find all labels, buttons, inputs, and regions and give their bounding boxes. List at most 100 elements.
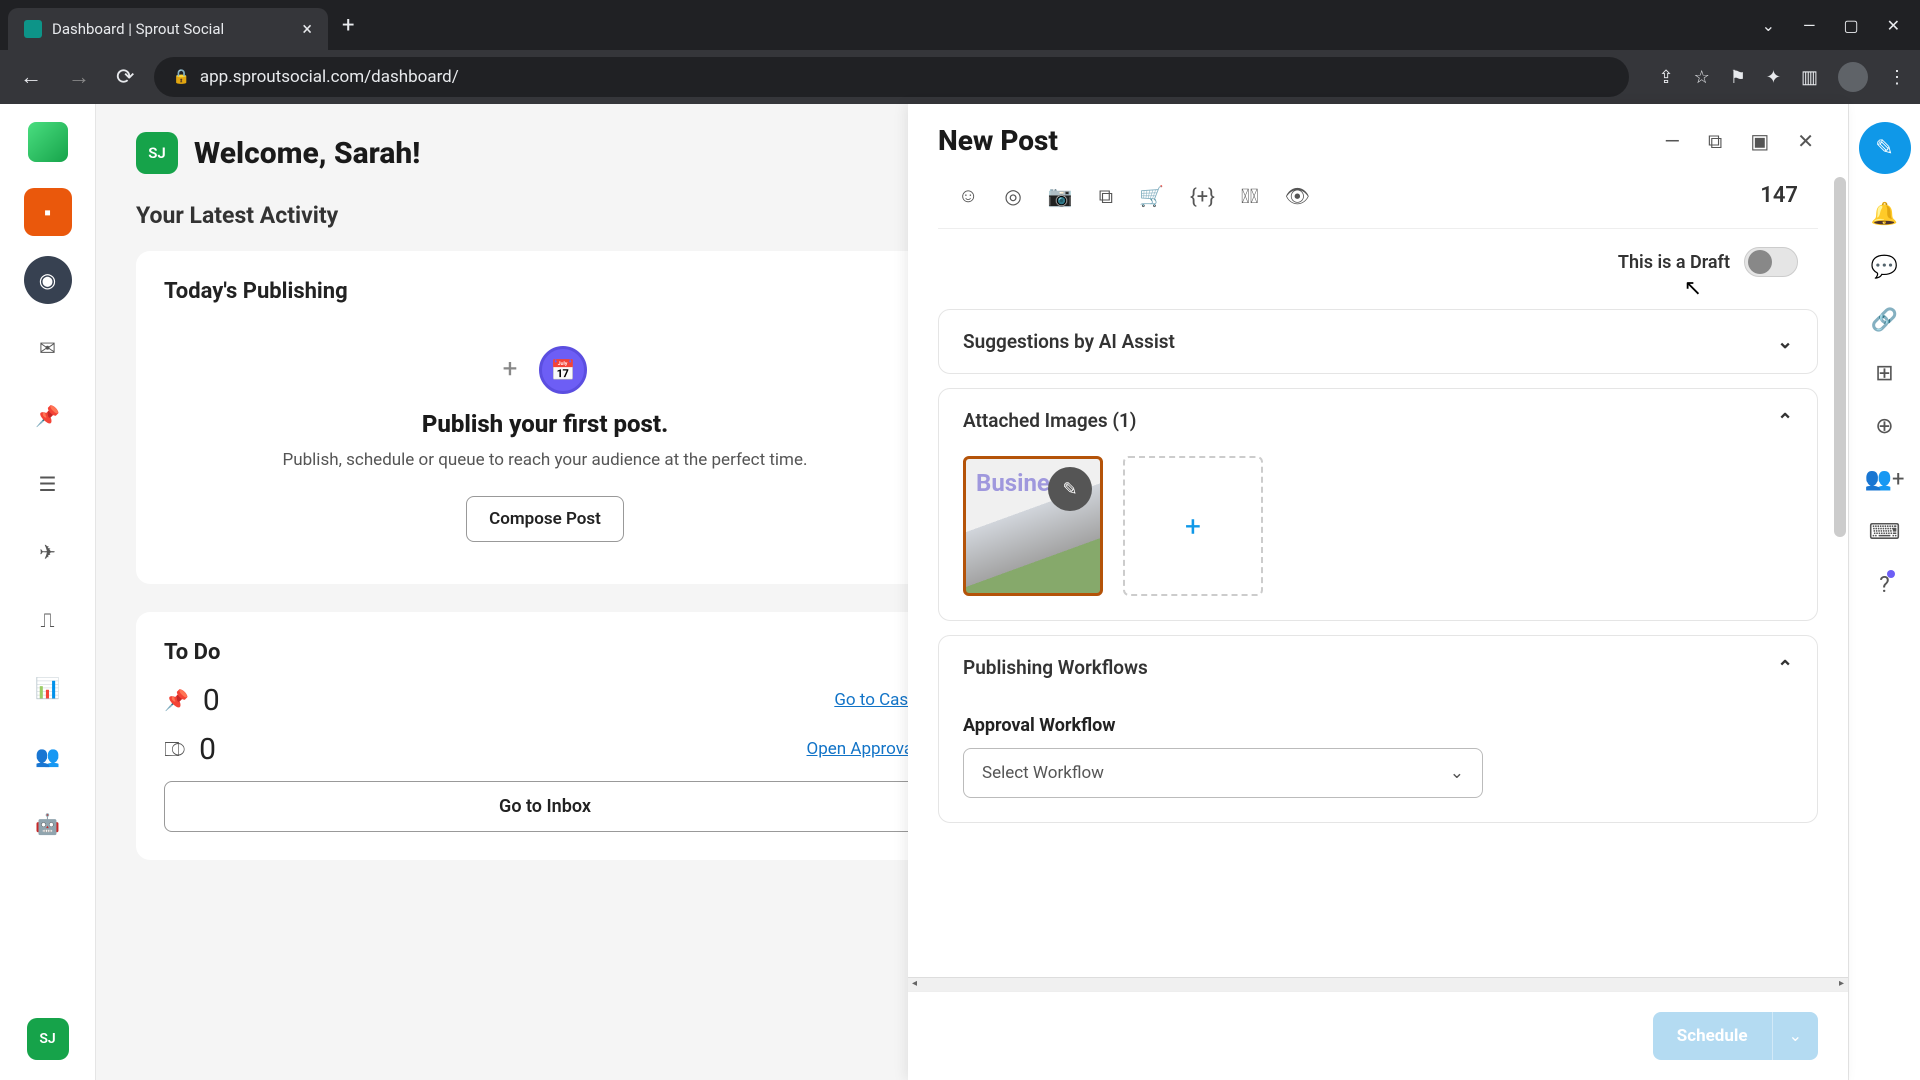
edit-image-button[interactable]: ✎ bbox=[1048, 467, 1092, 511]
approvals-count: 0 bbox=[199, 732, 216, 767]
notifications-icon[interactable]: 🔔 bbox=[1871, 202, 1898, 227]
variable-icon[interactable]: {+} bbox=[1190, 184, 1215, 208]
window-close-icon[interactable]: ✕ bbox=[1887, 16, 1900, 35]
composer-panel: New Post — ⧉ ▣ ✕ ☺ ◎ 📷 ⧉ 🛒 {+} ✓⃝ 👁 147 bbox=[908, 104, 1848, 1080]
url-text: app.sproutsocial.com/dashboard/ bbox=[200, 67, 459, 87]
draft-label: This is a Draft bbox=[1618, 252, 1730, 273]
horizontal-scrollbar[interactable]: ◂ ▸ bbox=[908, 977, 1848, 991]
help-icon[interactable]: ? bbox=[1879, 573, 1889, 598]
nav-people[interactable]: 👥 bbox=[24, 732, 72, 780]
ai-assist-header[interactable]: Suggestions by AI Assist ⌄ bbox=[939, 310, 1817, 373]
expand-icon[interactable]: ▣ bbox=[1746, 125, 1773, 157]
scroll-right-icon[interactable]: ▸ bbox=[1835, 978, 1848, 989]
minimize-icon[interactable]: — bbox=[1660, 125, 1684, 157]
profile-avatar[interactable] bbox=[1838, 62, 1868, 92]
compose-fab[interactable]: ✎ bbox=[1859, 122, 1911, 174]
go-to-inbox-button[interactable]: Go to Inbox bbox=[164, 781, 926, 832]
nav-dashboard[interactable]: ▪ bbox=[24, 188, 72, 236]
publishing-title: Today's Publishing bbox=[164, 279, 926, 304]
forward-button[interactable]: → bbox=[62, 58, 96, 96]
attached-images-panel: Attached Images (1) ⌃ Business ✎ + bbox=[938, 388, 1818, 621]
window-maximize-icon[interactable]: ▢ bbox=[1843, 16, 1858, 35]
composer-title: New Post bbox=[938, 124, 1058, 157]
emoji-icon[interactable]: ☺ bbox=[958, 183, 978, 208]
target-icon[interactable]: ◎ bbox=[1004, 184, 1021, 208]
nav-compass[interactable]: ◉ bbox=[24, 256, 72, 304]
invite-icon[interactable]: 👥+ bbox=[1865, 467, 1905, 492]
nav-analytics[interactable]: ⎍ bbox=[24, 596, 72, 644]
sidepanel-icon[interactable]: ▥ bbox=[1801, 67, 1818, 88]
welcome-heading: Welcome, Sarah! bbox=[194, 136, 420, 171]
messages-icon[interactable]: 💬 bbox=[1871, 255, 1898, 280]
keyboard-icon[interactable]: ⌨ bbox=[1869, 520, 1901, 545]
chevron-down-icon[interactable]: ⌄ bbox=[1762, 16, 1775, 35]
publish-empty-subtitle: Publish, schedule or queue to reach your… bbox=[164, 448, 926, 474]
draft-toggle[interactable] bbox=[1744, 247, 1798, 277]
nav-inbox[interactable]: ✉ bbox=[24, 324, 72, 372]
new-tab-button[interactable]: + bbox=[342, 13, 354, 38]
publishing-card: Today's Publishing + 📅 Publish your firs… bbox=[136, 251, 954, 584]
star-icon[interactable]: ☆ bbox=[1694, 67, 1710, 88]
schedule-button-group: Schedule ⌄ bbox=[1653, 1012, 1818, 1060]
attached-images-header[interactable]: Attached Images (1) ⌃ bbox=[939, 389, 1817, 452]
approval-icon[interactable]: ✓⃝ bbox=[1241, 184, 1259, 208]
nav-send[interactable]: ✈ bbox=[24, 528, 72, 576]
link-icon[interactable]: 🔗 bbox=[1871, 308, 1898, 333]
share-icon[interactable]: ⇪ bbox=[1659, 67, 1674, 88]
chevron-up-icon: ⌃ bbox=[1777, 656, 1793, 679]
scroll-left-icon[interactable]: ◂ bbox=[908, 978, 921, 989]
back-button[interactable]: ← bbox=[14, 58, 48, 96]
nav-pin[interactable]: 📌 bbox=[24, 392, 72, 440]
extension-icon[interactable]: ⚑ bbox=[1730, 67, 1746, 88]
calendar-icon: 📅 bbox=[539, 346, 587, 394]
duplicate-icon[interactable]: ⧉ bbox=[1704, 125, 1726, 157]
scrollbar[interactable] bbox=[1834, 177, 1846, 537]
schedule-dropdown[interactable]: ⌄ bbox=[1772, 1012, 1818, 1060]
reload-button[interactable]: ⟳ bbox=[110, 59, 140, 96]
todo-card: To Do 📌 0 Go to Cases ⎄ 0 Open App bbox=[136, 612, 954, 860]
lock-icon: 🔒 bbox=[172, 69, 189, 85]
char-count: 147 bbox=[1760, 183, 1798, 208]
todo-title: To Do bbox=[164, 640, 926, 665]
window-minimize-icon[interactable]: — bbox=[1803, 16, 1816, 35]
nav-user-badge[interactable]: SJ bbox=[27, 1018, 69, 1060]
chevron-down-icon: ⌄ bbox=[1450, 763, 1464, 783]
publishing-workflows-header[interactable]: Publishing Workflows ⌃ bbox=[939, 636, 1817, 699]
schedule-button[interactable]: Schedule bbox=[1653, 1012, 1772, 1060]
camera-icon[interactable]: 📷 bbox=[1048, 184, 1073, 208]
stamp-icon: ⎄ bbox=[164, 737, 185, 761]
workflow-placeholder: Select Workflow bbox=[982, 763, 1104, 783]
image-thumbnail[interactable]: Business ✎ bbox=[963, 456, 1103, 596]
browser-tab-strip: Dashboard | Sprout Social × + ⌄ — ▢ ✕ bbox=[0, 0, 1920, 50]
visibility-icon[interactable]: 👁 bbox=[1285, 184, 1310, 208]
window-controls: ⌄ — ▢ ✕ bbox=[1762, 16, 1912, 35]
nav-list[interactable]: ☰ bbox=[24, 460, 72, 508]
plus-icon: + bbox=[503, 354, 518, 384]
publishing-workflows-title: Publishing Workflows bbox=[963, 656, 1148, 679]
gallery-icon[interactable]: ⧉ bbox=[1099, 184, 1113, 208]
composer-toolbar: ☺ ◎ 📷 ⧉ 🛒 {+} ✓⃝ 👁 147 bbox=[938, 177, 1818, 229]
browser-tab[interactable]: Dashboard | Sprout Social × bbox=[8, 8, 328, 50]
tab-close-icon[interactable]: × bbox=[302, 19, 312, 40]
kebab-menu-icon[interactable]: ⋮ bbox=[1888, 67, 1906, 88]
apps-icon[interactable]: ⊞ bbox=[1875, 361, 1893, 386]
right-rail: ✎ 🔔 💬 🔗 ⊞ ⊕ 👥+ ⌨ ? bbox=[1848, 104, 1920, 1080]
workflow-select[interactable]: Select Workflow ⌄ bbox=[963, 748, 1483, 798]
sprout-logo[interactable] bbox=[28, 122, 68, 162]
publish-empty-title: Publish your first post. bbox=[164, 410, 926, 438]
nav-reports[interactable]: 📊 bbox=[24, 664, 72, 712]
add-icon[interactable]: ⊕ bbox=[1875, 414, 1893, 439]
user-initials-badge: SJ bbox=[136, 132, 178, 174]
publishing-workflows-panel: Publishing Workflows ⌃ Approval Workflow… bbox=[938, 635, 1818, 823]
nav-bot[interactable]: 🤖 bbox=[24, 800, 72, 848]
add-image-button[interactable]: + bbox=[1123, 456, 1263, 596]
compose-post-button[interactable]: Compose Post bbox=[466, 496, 624, 542]
chevron-down-icon: ⌄ bbox=[1777, 330, 1793, 353]
extensions-menu-icon[interactable]: ✦ bbox=[1766, 67, 1781, 88]
ai-assist-panel: Suggestions by AI Assist ⌄ bbox=[938, 309, 1818, 374]
approval-workflow-label: Approval Workflow bbox=[963, 715, 1793, 736]
cases-count: 0 bbox=[203, 683, 220, 718]
cart-icon[interactable]: 🛒 bbox=[1139, 184, 1164, 208]
url-field[interactable]: 🔒 app.sproutsocial.com/dashboard/ bbox=[154, 57, 1628, 97]
close-icon[interactable]: ✕ bbox=[1793, 125, 1818, 157]
